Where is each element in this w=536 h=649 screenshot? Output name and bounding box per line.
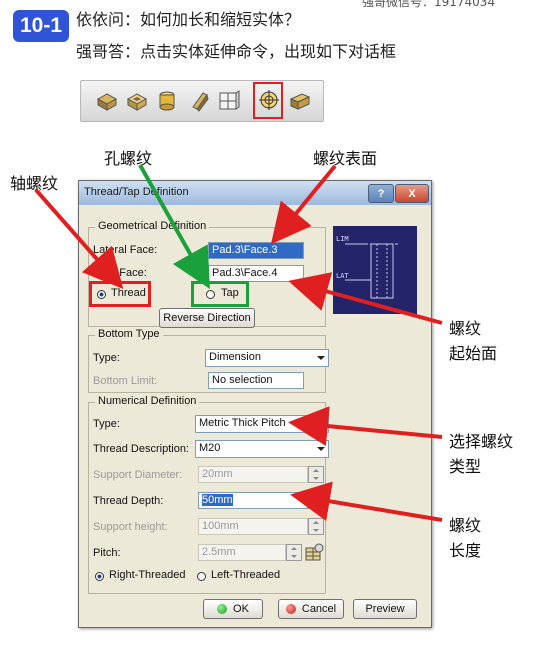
arrow-start-face (288, 272, 443, 325)
arrow-thread-length (290, 481, 443, 522)
arrow-thread-surface (270, 164, 337, 245)
arrow-thread-type (288, 406, 443, 446)
arrow-shaft-thread (34, 188, 124, 290)
arrow-hole-thread (138, 164, 210, 289)
annotation-arrows (34, 164, 443, 522)
